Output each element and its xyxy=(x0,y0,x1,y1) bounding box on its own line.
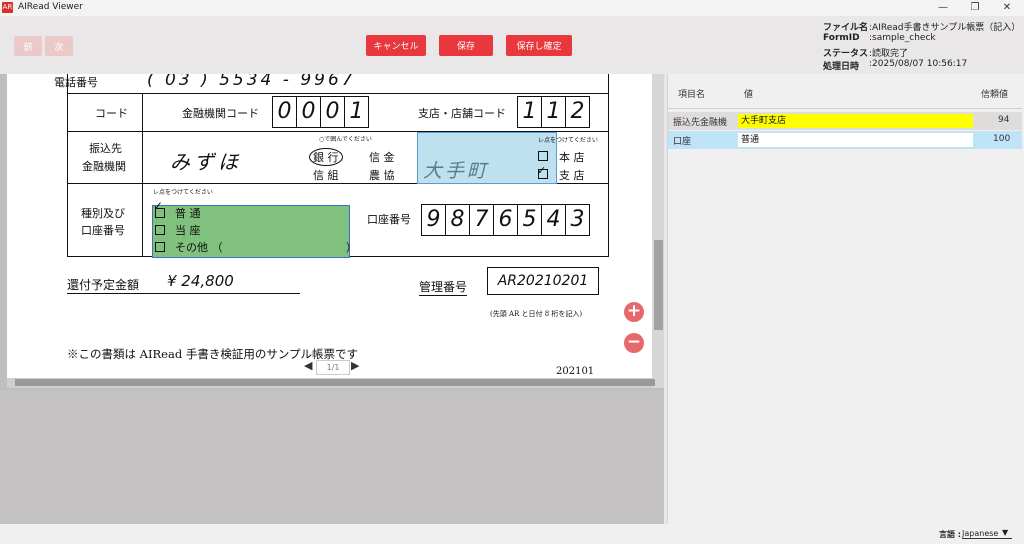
account-digit: 7 xyxy=(470,205,494,235)
vertical-scroll-thumb[interactable] xyxy=(654,240,663,330)
save-button[interactable]: 保存 xyxy=(439,35,493,56)
branch-code-label: 支店・店舗コード xyxy=(418,107,506,120)
status-value: :読取完了 xyxy=(869,49,909,59)
maximize-button[interactable]: ❐ xyxy=(960,1,990,15)
bank-type-shinkin: 信 金 xyxy=(369,151,395,164)
account-digit: 3 xyxy=(570,207,585,232)
check-mark-icon: ✓ xyxy=(153,199,164,213)
circle-hint: ○で囲んでください xyxy=(319,136,372,143)
language-label: 言語 : xyxy=(939,530,961,539)
datetime-label: 処理日時 xyxy=(823,62,860,72)
page-indicator[interactable]: 1/1 xyxy=(316,360,350,375)
other-checkbox xyxy=(155,242,165,252)
status-bar xyxy=(0,524,1024,544)
bank-name-handwritten: みずほ xyxy=(170,150,242,174)
prev-button[interactable]: 前 xyxy=(14,36,42,56)
bank-label-2: 金融機関 xyxy=(82,160,126,173)
account-label-2: 口座番号 xyxy=(81,224,125,237)
row-item-bank: 振込先金融機 xyxy=(673,118,728,128)
status-label: ステータス xyxy=(823,49,869,59)
viewer-empty-area xyxy=(0,390,664,524)
account-number-boxes: 9 8 7 6 5 4 3 xyxy=(421,204,590,236)
code-label: コード xyxy=(95,107,128,120)
management-number-note: (先頭 AR と日付 8 桁を記入) xyxy=(490,310,583,318)
chevron-down-icon[interactable]: ▼ xyxy=(1002,528,1008,537)
bank-code-boxes: 0 0 0 1 xyxy=(272,96,369,128)
file-name-value: :AIRead手書きサンプル帳票（記入） xyxy=(869,23,1021,33)
app-logo-icon: AR xyxy=(2,2,13,13)
refund-value: ¥ 24,800 xyxy=(167,272,234,290)
column-header-confidence[interactable]: 信頼値 xyxy=(981,87,1008,100)
account-futsu: 普 通 xyxy=(175,207,201,220)
account-number-label: 口座番号 xyxy=(367,213,411,226)
page-prev-icon[interactable]: ◀ xyxy=(304,359,312,372)
bank-code-digit: 0 xyxy=(297,97,321,127)
account-check-hint: レ点をつけてください xyxy=(153,189,213,196)
row-item-account: 口座 xyxy=(673,137,692,147)
footer-note: ※この書類は AIRead 手書き検証用のサンプル帳票です xyxy=(67,347,358,361)
branch-code-digit: 1 xyxy=(542,97,566,127)
zoom-out-button[interactable]: − xyxy=(624,333,644,353)
close-button[interactable]: ✕ xyxy=(992,1,1022,15)
next-button[interactable]: 次 xyxy=(45,36,73,56)
bank-code-digit: 1 xyxy=(349,99,364,124)
bank-type-ginko: 銀 行 xyxy=(309,148,343,166)
toza-checkbox xyxy=(155,225,165,235)
account-other: その他 （ xyxy=(175,241,223,254)
management-number-value: AR20210201 xyxy=(487,267,599,295)
title-bar xyxy=(0,0,1024,16)
document-page: 電話番号 ( 03 ) 5534 - 9967 コード 金融機関コード 0 0 … xyxy=(7,74,652,378)
page-next-icon[interactable]: ▶ xyxy=(351,359,359,372)
account-other-close: ） xyxy=(346,241,357,254)
minimize-button[interactable]: — xyxy=(928,1,958,15)
header-divider xyxy=(668,108,1022,109)
file-name-label: ファイル名 xyxy=(823,23,869,33)
branch-code-boxes: 1 1 2 xyxy=(517,96,590,128)
branch-code-digit: 1 xyxy=(518,97,542,127)
refund-underline xyxy=(67,293,300,294)
honten-label: 本 店 xyxy=(559,151,585,164)
formid-label: FormID xyxy=(823,33,860,43)
branch-handwritten: 大手町 xyxy=(423,160,490,182)
row-value-account[interactable]: 普通 xyxy=(738,133,973,147)
bank-code-digit: 0 xyxy=(273,97,297,127)
shiten-label: 支 店 xyxy=(559,169,585,182)
management-number-label: 管理番号 xyxy=(419,280,468,296)
account-digit: 8 xyxy=(446,205,470,235)
row-value-bank[interactable]: 大手町支店 xyxy=(738,114,973,128)
column-header-value[interactable]: 値 xyxy=(744,87,753,100)
bank-type-shinso: 信 組 xyxy=(313,169,339,182)
vertical-scrollbar[interactable] xyxy=(652,74,664,388)
check-hint: レ点をつけてください xyxy=(538,137,598,144)
account-label-1: 種別及び xyxy=(81,207,125,220)
window-title: AIRead Viewer xyxy=(18,2,83,12)
honten-checkbox xyxy=(538,151,548,161)
formid-value: :sample_check xyxy=(869,33,936,43)
zoom-in-button[interactable]: + xyxy=(624,302,644,322)
footer-code: 202101 xyxy=(556,366,595,377)
horizontal-scroll-thumb[interactable] xyxy=(15,379,655,386)
account-digit: 6 xyxy=(494,205,518,235)
check-mark-icon: ✓ xyxy=(537,164,547,177)
row-confidence-account: 100 xyxy=(993,134,1011,144)
column-header-item[interactable]: 項目名 xyxy=(678,87,705,100)
account-digit: 5 xyxy=(518,205,542,235)
account-toza: 当 座 xyxy=(175,224,201,237)
datetime-value: :2025/08/07 10:56:17 xyxy=(869,59,968,69)
bank-code-label: 金融機関コード xyxy=(182,107,259,120)
refund-label: 還付予定金額 xyxy=(67,278,140,292)
account-digit: 4 xyxy=(542,205,566,235)
bank-code-digit: 0 xyxy=(321,97,345,127)
cancel-button[interactable]: キャンセル xyxy=(366,35,426,56)
bank-label-1: 振込先 xyxy=(89,142,122,155)
row-confidence-bank: 94 xyxy=(998,115,1010,125)
branch-code-digit: 2 xyxy=(570,99,585,124)
account-digit: 9 xyxy=(422,205,446,235)
save-confirm-button[interactable]: 保存し確定 xyxy=(506,35,572,56)
bank-type-nokyo: 農 協 xyxy=(369,169,395,182)
